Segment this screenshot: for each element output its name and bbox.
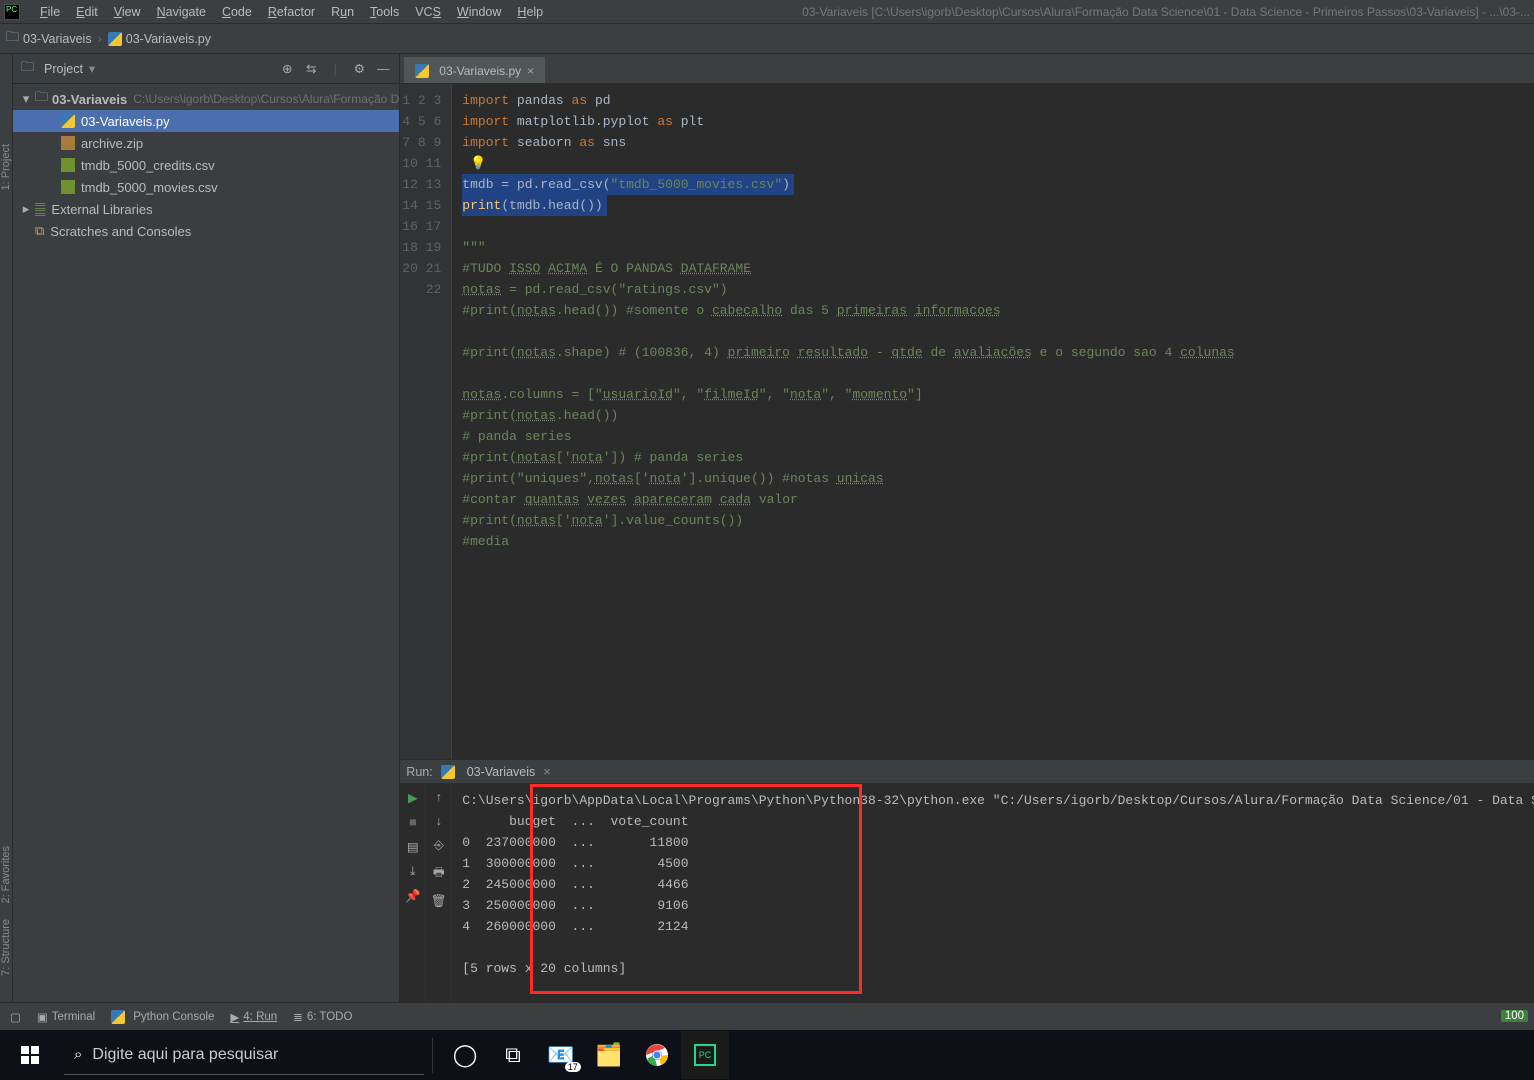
chevron-right-icon: › <box>98 32 102 46</box>
breadcrumb-root[interactable]: 03-Variaveis <box>23 32 92 46</box>
play-icon[interactable]: ▶ <box>408 790 418 805</box>
project-sidebar: 🗀 Project ▾ ⊕ ⇆ | ⚙ — ▾ 🗀 03-Variaveis C… <box>13 54 400 1002</box>
tree-file[interactable]: tmdb_5000_credits.csv <box>13 154 399 176</box>
stop-icon[interactable]: ■ <box>409 815 417 829</box>
window-title: 03-Variaveis [C:\Users\igorb\Desktop\Cur… <box>802 5 1530 19</box>
menu-file[interactable]: File <box>32 5 68 19</box>
layout-icon[interactable]: ▤ <box>407 839 419 854</box>
menu-refactor[interactable]: Refactor <box>260 5 323 19</box>
tree-file[interactable]: tmdb_5000_movies.csv <box>13 176 399 198</box>
left-toolstrip: 1: Project 2: Favorites 7: Structure <box>0 54 13 1002</box>
status-pct: 100 <box>1501 1010 1528 1022</box>
bottom-bar: ▢ ▣ Terminal Python Console ▶ 4: Run ≣ 6… <box>0 1002 1534 1030</box>
gutter[interactable]: 1 2 3 4 5 6 7 8 9 10 11 12 13 14 15 16 1… <box>400 84 452 759</box>
expand-icon[interactable]: ▸ <box>21 201 31 217</box>
down-icon[interactable]: ↓ <box>436 814 442 828</box>
chrome-icon[interactable] <box>633 1031 681 1079</box>
trash-icon[interactable]: 🗑 <box>431 894 447 909</box>
menu-run[interactable]: Run <box>323 5 362 19</box>
toolstrip-project[interactable]: 1: Project <box>0 144 12 190</box>
breadcrumb: 🗀 03-Variaveis › 03-Variaveis.py <box>0 24 1534 54</box>
wrap-icon[interactable]: ⎆ <box>434 838 444 853</box>
locate-icon[interactable]: ⊕ <box>279 61 295 77</box>
status-right: 100 <box>1501 1004 1528 1028</box>
explorer-icon[interactable]: 🗂️ <box>585 1031 633 1079</box>
python-icon <box>61 114 75 128</box>
divider-icon: | <box>327 61 343 77</box>
python-icon <box>441 765 455 779</box>
menu-vcs[interactable]: VCS <box>407 5 449 19</box>
gear-icon[interactable]: ⚙ <box>351 61 367 77</box>
start-button[interactable] <box>6 1031 54 1079</box>
scratches-icon: ⧉ <box>35 223 44 239</box>
library-icon: 𝄛 <box>35 201 45 217</box>
pin-icon[interactable]: 📌 <box>405 889 421 904</box>
export-icon[interactable]: ⤓ <box>410 864 416 879</box>
chevron-down-icon[interactable]: ▾ <box>89 61 95 76</box>
python-icon <box>415 64 429 78</box>
toolstrip-favorites[interactable]: 2: Favorites <box>0 846 12 903</box>
hide-panels-icon[interactable]: ▢ <box>10 1010 21 1024</box>
print-icon[interactable]: 🖶 <box>433 863 445 884</box>
run-tab[interactable]: 03-Variaveis <box>467 765 536 779</box>
menu-window[interactable]: Window <box>449 5 509 19</box>
folder-icon: 🗀 <box>35 88 48 110</box>
tree-root[interactable]: ▾ 🗀 03-Variaveis C:\Users\igorb\Desktop\… <box>13 88 399 110</box>
pycharm-icon[interactable]: PC <box>681 1031 729 1079</box>
menu-navigate[interactable]: Navigate <box>149 5 214 19</box>
taskbar-search[interactable]: ⌕ Digite aqui para pesquisar <box>64 1035 424 1075</box>
run-iconstrip-2: ↑ ↓ ⎆ 🖶 🗑 <box>426 784 452 1002</box>
python-icon <box>108 32 122 46</box>
run-label: Run: <box>406 765 432 779</box>
taskview-icon[interactable]: ⧉ <box>489 1031 537 1079</box>
csv-icon <box>61 180 75 194</box>
app-logo <box>4 4 20 20</box>
bottom-terminal[interactable]: ▣ Terminal <box>37 1010 95 1024</box>
console-output[interactable]: C:\Users\igorb\AppData\Local\Programs\Py… <box>452 784 1534 985</box>
tree-scratches[interactable]: ⧉ Scratches and Consoles <box>13 220 399 242</box>
windows-taskbar: ⌕ Digite aqui para pesquisar ◯ ⧉ 📧17 🗂️ … <box>0 1030 1534 1080</box>
tree-file[interactable]: archive.zip <box>13 132 399 154</box>
hide-icon[interactable]: — <box>375 61 391 77</box>
run-iconstrip: ▶ ■ ▤ ⤓ 📌 <box>400 784 426 1002</box>
bottom-todo[interactable]: ≣ 6: TODO <box>293 1010 352 1024</box>
project-tree[interactable]: ▾ 🗀 03-Variaveis C:\Users\igorb\Desktop\… <box>13 84 399 1002</box>
search-icon: ⌕ <box>74 1046 82 1063</box>
collapse-icon[interactable]: ⇆ <box>303 61 319 77</box>
bottom-run[interactable]: ▶ 4: Run <box>230 1010 277 1024</box>
editor-tabbar: 03-Variaveis.py × <box>400 54 1534 84</box>
menubar: File Edit View Navigate Code Refactor Ru… <box>0 0 1534 24</box>
close-icon[interactable]: × <box>543 765 550 779</box>
menu-help[interactable]: Help <box>509 5 551 19</box>
folder-icon: 🗀 <box>6 28 19 50</box>
expand-icon[interactable]: ▾ <box>21 91 31 107</box>
menu-view[interactable]: View <box>106 5 149 19</box>
up-icon[interactable]: ↑ <box>436 790 442 804</box>
menu-tools[interactable]: Tools <box>362 5 407 19</box>
bottom-pyconsole[interactable]: Python Console <box>111 1010 214 1024</box>
python-icon <box>111 1010 125 1024</box>
bulb-icon[interactable]: 💡 <box>470 156 486 171</box>
run-tool-window: Run: 03-Variaveis × ▶ ■ ▤ ⤓ 📌 ↑ ↓ ⎆ 🖶 <box>400 759 1534 1002</box>
menu-edit[interactable]: Edit <box>68 5 106 19</box>
editor-area: 03-Variaveis.py × 1 2 3 4 5 6 7 8 9 10 1… <box>400 54 1534 1002</box>
tree-file[interactable]: 03-Variaveis.py <box>13 110 399 132</box>
mail-icon[interactable]: 📧17 <box>537 1031 585 1079</box>
toolstrip-structure[interactable]: 7: Structure <box>0 919 12 976</box>
chrome-svg <box>645 1043 669 1067</box>
close-icon[interactable]: × <box>527 64 534 78</box>
csv-icon <box>61 158 75 172</box>
cortana-icon[interactable]: ◯ <box>441 1031 489 1079</box>
archive-icon <box>61 136 75 150</box>
code-editor[interactable]: import pandas as pd import matplotlib.py… <box>452 84 1534 759</box>
windows-icon <box>21 1046 39 1064</box>
breadcrumb-file[interactable]: 03-Variaveis.py <box>126 32 211 46</box>
editor-tab[interactable]: 03-Variaveis.py × <box>404 57 545 83</box>
tree-external-libs[interactable]: ▸ 𝄛 External Libraries <box>13 198 399 220</box>
folder-icon: 🗀 <box>21 58 34 80</box>
project-panel-title: Project <box>44 62 83 76</box>
menu-code[interactable]: Code <box>214 5 260 19</box>
